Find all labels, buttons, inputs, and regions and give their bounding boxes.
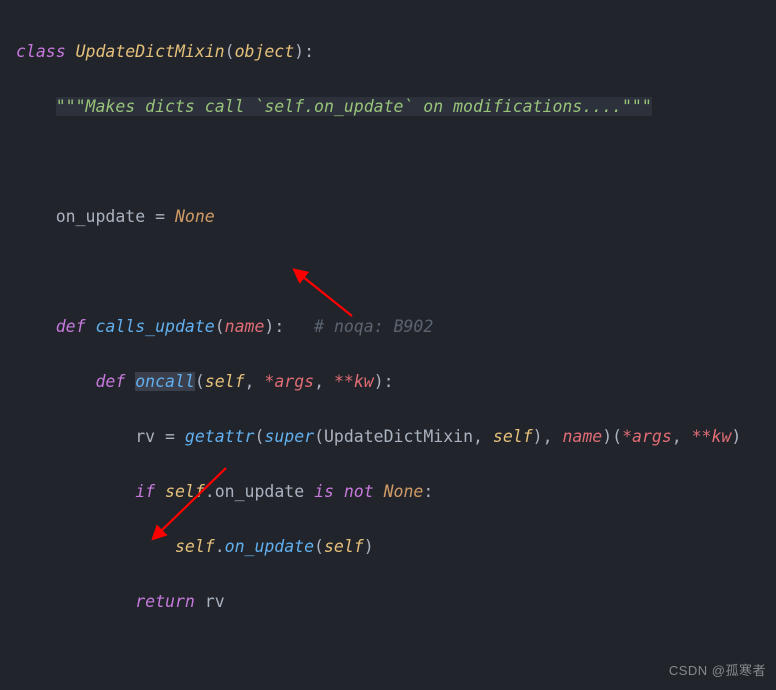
watermark-text: CSDN @孤寒者 [669, 657, 766, 685]
code-line [16, 643, 776, 671]
code-line: return rv [16, 588, 776, 616]
code-line: """Makes dicts call `self.on_update` on … [16, 93, 776, 121]
code-line: on_update = None [16, 203, 776, 231]
code-line: if self.on_update is not None: [16, 478, 776, 506]
code-line: def oncall(self, *args, **kw): [16, 368, 776, 396]
code-line: rv = getattr(super(UpdateDictMixin, self… [16, 423, 776, 451]
code-line [16, 148, 776, 176]
code-line: self.on_update(self) [16, 533, 776, 561]
code-line: class UpdateDictMixin(object): [16, 38, 776, 66]
code-editor[interactable]: class UpdateDictMixin(object): """Makes … [0, 0, 776, 690]
code-line: def calls_update(name): # noqa: B902 [16, 313, 776, 341]
code-line [16, 258, 776, 286]
